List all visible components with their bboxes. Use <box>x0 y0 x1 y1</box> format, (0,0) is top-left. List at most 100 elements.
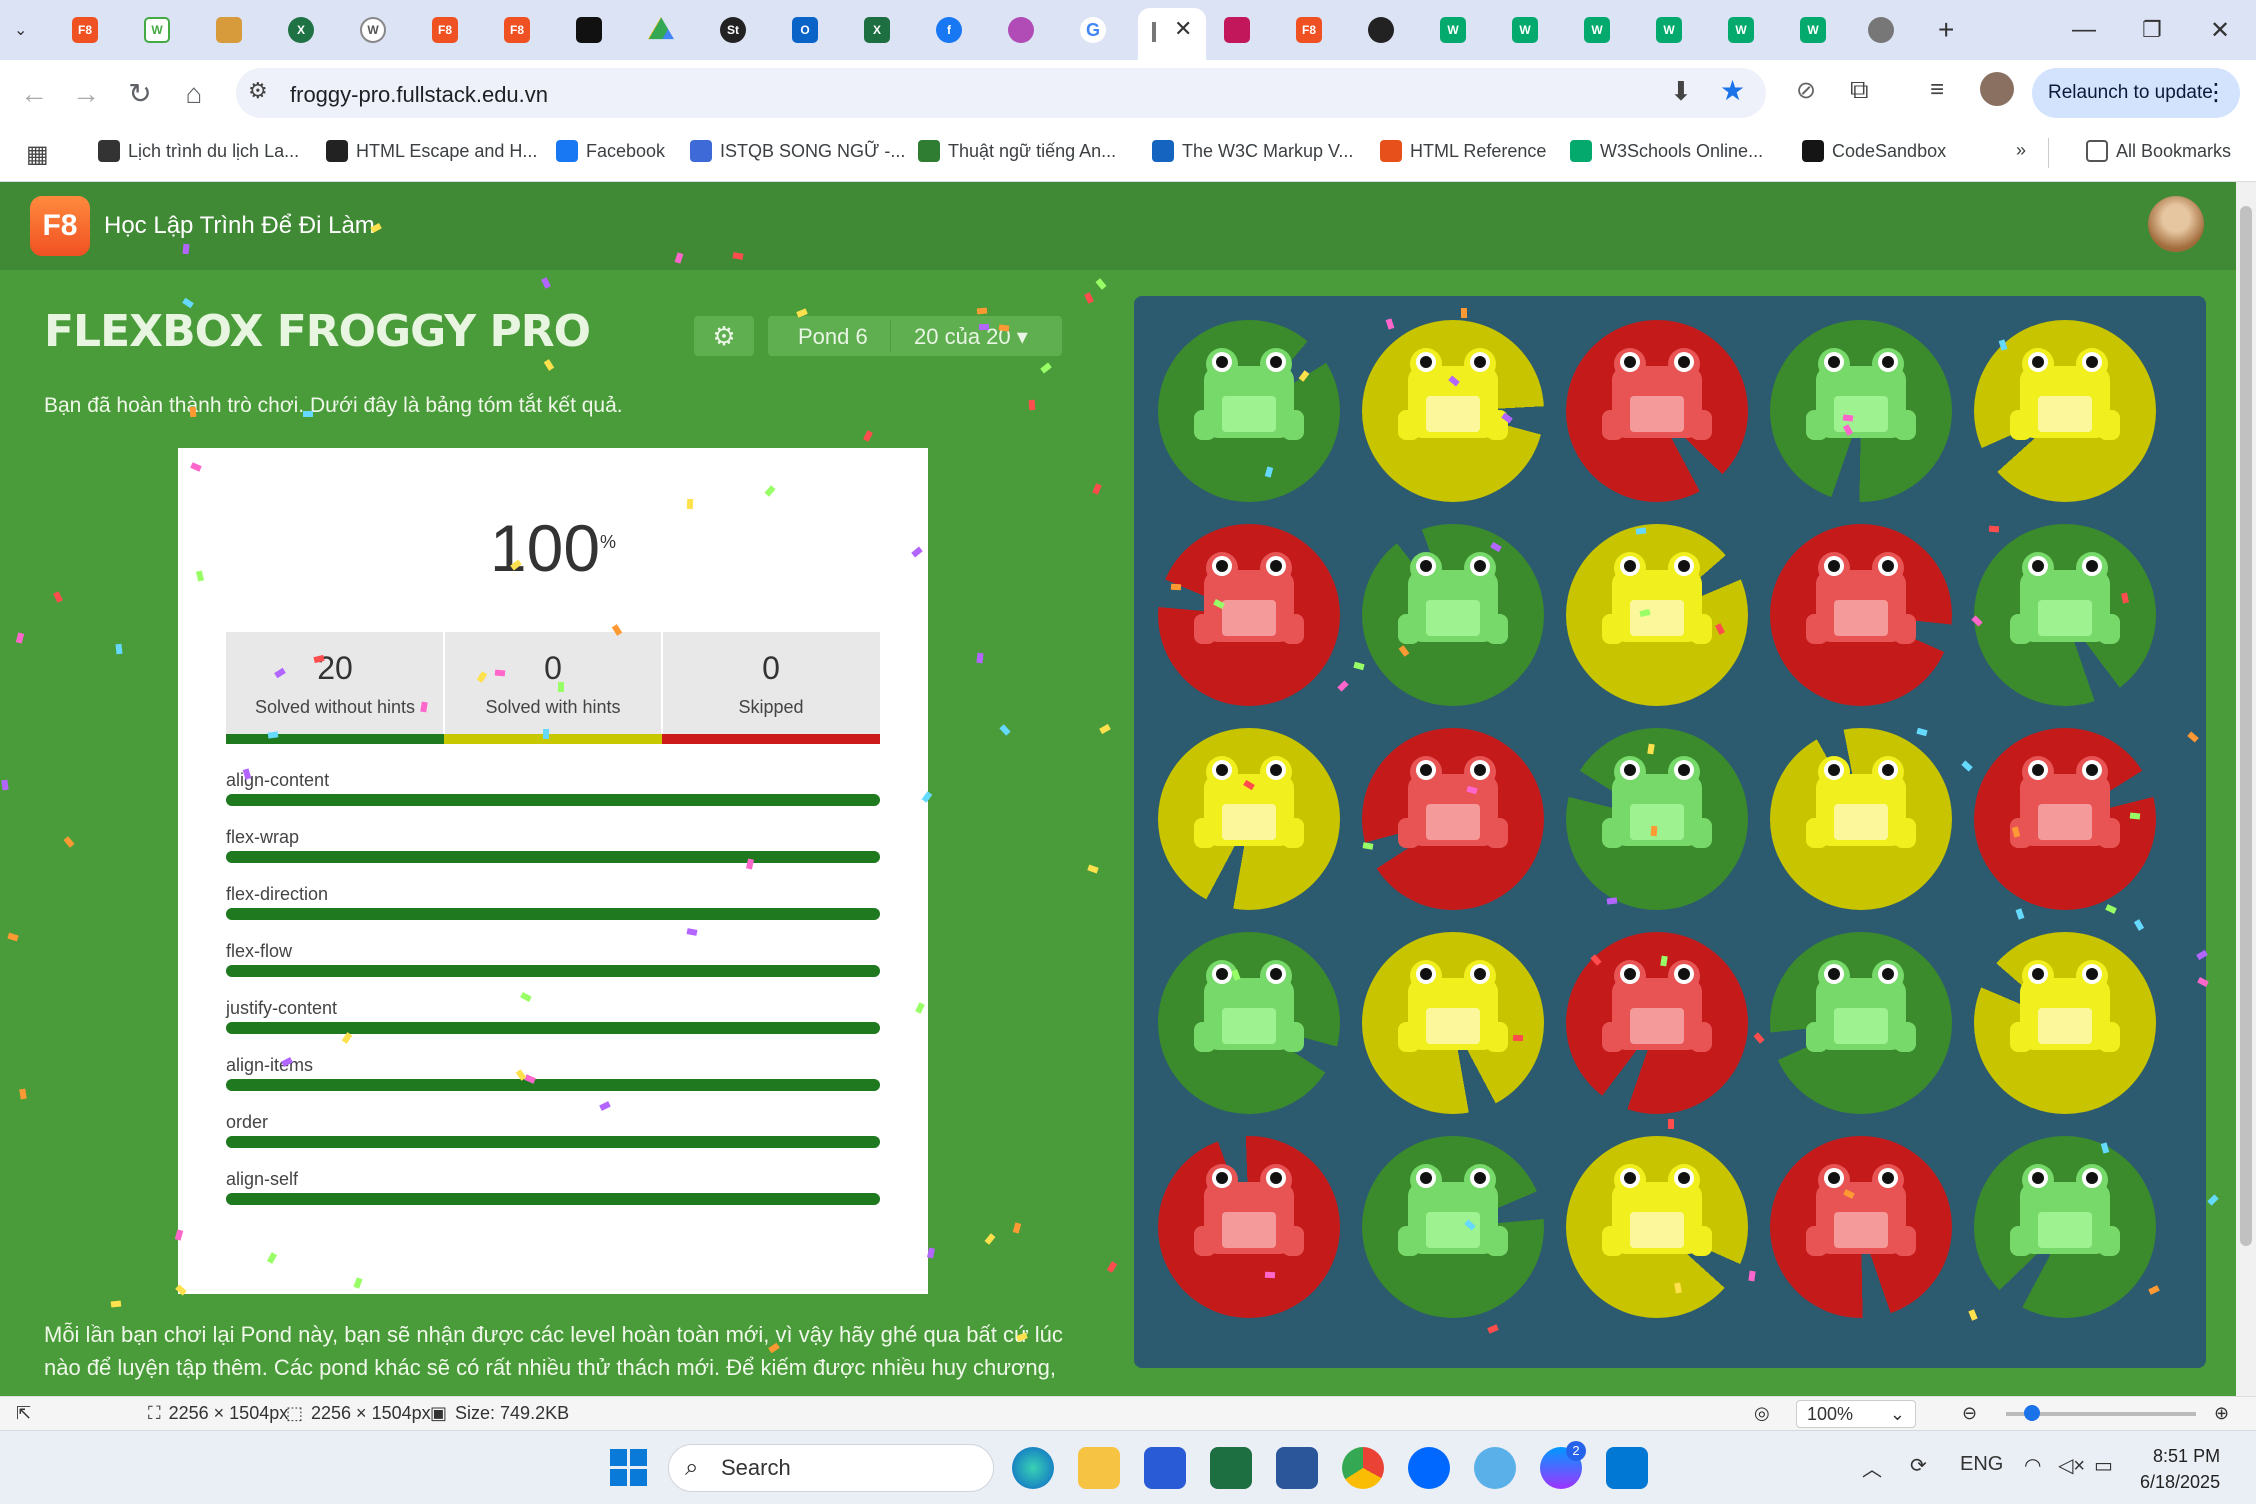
zoom-slider-knob[interactable] <box>2024 1405 2040 1421</box>
size-text: Size: 749.2KB <box>455 1403 570 1423</box>
restore-button[interactable]: ❐ <box>2142 12 2162 48</box>
tab-w3s-4[interactable]: W <box>1656 12 1682 48</box>
f8-logo[interactable]: F8 <box>30 196 90 256</box>
property-progress-fill <box>226 1022 880 1034</box>
battery-icon[interactable]: ▭ <box>2094 1453 2113 1478</box>
tab-st[interactable]: St <box>720 12 746 48</box>
back-button[interactable]: ← <box>14 74 54 114</box>
tab-globe[interactable] <box>1868 12 1894 48</box>
tab-f8-3[interactable]: F8 <box>504 12 530 48</box>
minimize-button[interactable]: — <box>2072 12 2096 48</box>
tab-excel[interactable]: X <box>864 12 890 48</box>
bookmark-istqb[interactable]: ISTQB SONG NGỮ -... <box>690 140 905 162</box>
bookmark-lich-trinh[interactable]: Lịch trình du lịch La... <box>98 140 299 162</box>
relaunch-button[interactable]: Relaunch to update ⋮ <box>2032 68 2240 118</box>
store-icon[interactable] <box>1144 1447 1186 1489</box>
wifi-icon[interactable]: ◠ <box>2024 1453 2041 1478</box>
file-explorer-icon[interactable] <box>1078 1447 1120 1489</box>
bookmark-w3schools[interactable]: W3Schools Online... <box>1570 140 1763 162</box>
tab-wp[interactable]: W <box>360 12 386 48</box>
stat-color-bar <box>444 734 662 744</box>
tab-circle[interactable] <box>1008 12 1034 48</box>
square-app-icon <box>1224 17 1250 43</box>
site-info-icon[interactable]: ⚙ <box>248 78 268 104</box>
close-window-button[interactable]: ✕ <box>2210 12 2230 48</box>
sync-icon[interactable]: ⟳ <box>1910 1453 1927 1478</box>
paint-icon[interactable] <box>1474 1447 1516 1489</box>
settings-button[interactable]: ⚙ <box>694 316 754 356</box>
bookmark-w3c-validator[interactable]: The W3C Markup V... <box>1152 140 1353 162</box>
home-button[interactable]: ⌂ <box>174 74 214 114</box>
zoom-out-icon[interactable]: ⊖ <box>1962 1403 1977 1424</box>
tab-pink[interactable] <box>1224 12 1250 48</box>
tab-strip: ⌄ F8 W X W F8 F8 St O X f G ✕ F8 W W W W… <box>0 0 2256 60</box>
tab-outlook[interactable]: O <box>792 12 818 48</box>
taskbar-search[interactable]: ⌕ Search <box>668 1444 994 1492</box>
w3schools-icon: W <box>1800 17 1826 43</box>
media-control-icon[interactable]: ≡ <box>1930 76 1944 104</box>
forward-button[interactable]: → <box>66 74 106 114</box>
zoom-in-icon[interactable]: ⊕ <box>2214 1403 2229 1424</box>
frog-green <box>1398 552 1508 644</box>
zoom-select[interactable]: 100% ⌄ <box>1796 1400 1916 1428</box>
messenger-icon[interactable]: 2 <box>1540 1441 1586 1489</box>
tab-w3s-3[interactable]: W <box>1584 12 1610 48</box>
property-progress-fill <box>226 1079 880 1091</box>
tab-google[interactable]: G <box>1080 12 1106 48</box>
tab-search-button[interactable]: ⌄ <box>14 12 27 48</box>
site-title[interactable]: Học Lập Trình Để Đi Làm <box>104 212 375 240</box>
scrollbar-thumb[interactable] <box>2240 206 2252 1246</box>
tab-w3s-5[interactable]: W <box>1728 12 1754 48</box>
vscode-icon[interactable] <box>1606 1447 1648 1489</box>
system-clock[interactable]: 8:51 PM 6/18/2025 <box>2140 1443 2220 1495</box>
url-text[interactable]: froggy-pro.fullstack.edu.vn <box>290 82 548 108</box>
bookmark-codesandbox[interactable]: CodeSandbox <box>1802 140 1946 162</box>
tab-active-froggy[interactable]: ✕ <box>1138 8 1206 60</box>
tab-w3s-6[interactable]: W <box>1800 12 1826 48</box>
extensions-icon[interactable]: ⧉ <box>1850 74 1869 106</box>
tab-w3s-2[interactable]: W <box>1512 12 1538 48</box>
tab-github[interactable] <box>1368 12 1394 48</box>
speaker-muted-icon[interactable]: ◁× <box>2058 1453 2085 1478</box>
more-bookmarks-button[interactable]: » <box>2016 140 2026 161</box>
tab-excel-online[interactable]: X <box>288 12 314 48</box>
language-indicator[interactable]: ENG <box>1960 1453 2003 1476</box>
start-button[interactable] <box>610 1449 648 1487</box>
level-selector[interactable]: Pond 6 20 của 20 ▾ <box>768 316 1062 356</box>
bookmark-thuat-ngu[interactable]: Thuật ngữ tiếng An... <box>918 140 1116 162</box>
level-counter[interactable]: 20 của 20 ▾ <box>914 324 1028 350</box>
tab-f8[interactable]: F8 <box>72 12 98 48</box>
tab-drive[interactable] <box>648 12 674 48</box>
screenshot-icon[interactable]: ◎ <box>1754 1403 1770 1424</box>
tab-w3[interactable]: W <box>144 12 170 48</box>
tab-notion[interactable] <box>576 12 602 48</box>
profile-avatar[interactable] <box>1980 72 2014 106</box>
close-tab-icon[interactable]: ✕ <box>1174 16 1192 42</box>
all-bookmarks-button[interactable]: All Bookmarks <box>2086 140 2231 162</box>
tab-f8-2[interactable]: F8 <box>432 12 458 48</box>
install-app-icon[interactable]: ⬇ <box>1670 76 1692 107</box>
bookmark-html-reference[interactable]: HTML Reference <box>1380 140 1546 162</box>
tab-w3s-1[interactable]: W <box>1440 12 1466 48</box>
reload-button[interactable]: ↻ <box>120 74 160 114</box>
new-tab-button[interactable]: + <box>1938 12 1954 48</box>
tab-facebook[interactable]: f <box>936 12 962 48</box>
apps-grid-icon[interactable]: ▦ <box>26 140 49 169</box>
compass-extension-icon[interactable]: ⊘ <box>1796 76 1816 105</box>
user-avatar[interactable] <box>2148 196 2204 252</box>
chrome-icon[interactable] <box>1342 1447 1384 1489</box>
chevron-up-icon[interactable]: ︿ <box>1862 1453 1882 1482</box>
confetti-piece <box>110 1300 122 1308</box>
tab-image[interactable] <box>216 12 242 48</box>
kebab-menu-icon[interactable]: ⋮ <box>2204 68 2228 118</box>
excel-app-icon[interactable] <box>1210 1447 1252 1489</box>
bookmark-star-icon[interactable]: ★ <box>1720 74 1745 107</box>
bookmark-html-escape[interactable]: HTML Escape and H... <box>326 140 537 162</box>
tab-f8-4[interactable]: F8 <box>1296 12 1322 48</box>
zalo-icon[interactable] <box>1408 1447 1450 1489</box>
word-app-icon[interactable] <box>1276 1447 1318 1489</box>
frog-yellow <box>1602 552 1712 644</box>
edge-icon[interactable] <box>1012 1447 1054 1489</box>
page-scrollbar[interactable] <box>2236 182 2256 1396</box>
bookmark-facebook[interactable]: Facebook <box>556 140 665 162</box>
